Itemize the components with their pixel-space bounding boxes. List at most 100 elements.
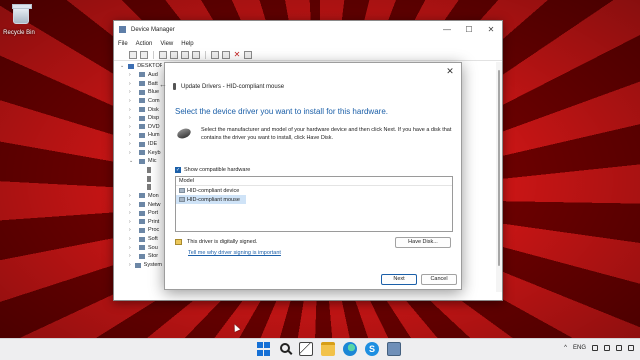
maximize-button[interactable]: ☐: [458, 25, 480, 34]
task-view-icon[interactable]: [299, 342, 313, 356]
forward-icon[interactable]: [140, 50, 148, 59]
device-category-icon: [128, 63, 135, 69]
menu-view[interactable]: View: [160, 41, 173, 47]
tree-item[interactable]: › Batt: [114, 79, 162, 88]
device-category-icon: [139, 210, 145, 216]
next-button[interactable]: Next: [381, 274, 417, 285]
tree-item[interactable]: › Netw: [114, 200, 162, 209]
checkbox-check-icon[interactable]: ✓: [175, 167, 181, 173]
chevron-right-icon[interactable]: ›: [114, 89, 135, 95]
chevron-right-icon[interactable]: ›: [114, 219, 135, 225]
tree-item[interactable]: › Hum: [114, 131, 162, 140]
device-category-icon: [139, 219, 145, 225]
tree-item[interactable]: › Disp: [114, 114, 162, 123]
tree-item[interactable]: › Aud: [114, 71, 162, 80]
chevron-right-icon[interactable]: ›: [114, 72, 135, 78]
properties-icon[interactable]: [170, 50, 178, 59]
show-hide-icon[interactable]: [159, 50, 167, 59]
tree-item-label: Com: [148, 97, 160, 104]
back-icon[interactable]: [129, 50, 137, 59]
tree-item[interactable]: › Mon: [114, 192, 162, 201]
device-category-icon: [139, 245, 145, 251]
tree-item[interactable]: [114, 166, 162, 175]
tree-item[interactable]: › Port: [114, 209, 162, 218]
recycle-bin-shortcut[interactable]: Recycle Bin: [3, 4, 38, 36]
tree-item[interactable]: › Keyb: [114, 148, 162, 157]
tree-item[interactable]: › IDE: [114, 140, 162, 149]
file-explorer-icon[interactable]: [321, 342, 335, 356]
chevron-right-icon[interactable]: ›: [114, 132, 135, 138]
vertical-scrollbar[interactable]: [496, 62, 502, 292]
driver-signing-link[interactable]: Tell me why driver signing is important: [188, 250, 281, 256]
chevron-right-icon[interactable]: ›: [114, 236, 135, 242]
volume-icon[interactable]: [604, 345, 610, 351]
chevron-right-icon[interactable]: ›: [114, 193, 135, 199]
tree-item[interactable]: › Soft: [114, 235, 162, 244]
chevron-up-icon[interactable]: ^: [564, 345, 567, 351]
chevron-right-icon[interactable]: ›: [114, 245, 135, 251]
chevron-right-icon[interactable]: ›: [114, 253, 135, 259]
chevron-right-icon[interactable]: ›: [114, 202, 135, 208]
chevron-right-icon[interactable]: ›: [114, 262, 131, 268]
tree-item-label: Aud: [148, 71, 158, 78]
dialog-title-text: Update Drivers - HID-compliant mouse: [181, 83, 285, 90]
tree-item-label: Hum: [148, 132, 160, 139]
chevron-right-icon[interactable]: ›: [114, 107, 135, 113]
tree-item[interactable]: › Stor: [114, 252, 162, 261]
clock-icon[interactable]: [628, 345, 634, 351]
tree-item[interactable]: › Proc: [114, 226, 162, 235]
chevron-right-icon[interactable]: ›: [114, 98, 135, 104]
menu-help[interactable]: Help: [181, 41, 193, 47]
update-driver-icon[interactable]: [222, 50, 230, 59]
device-manager-taskbar-icon[interactable]: [387, 342, 401, 356]
show-compatible-checkbox[interactable]: ✓ Show compatible hardware: [175, 167, 250, 173]
chevron-right-icon[interactable]: ›: [114, 115, 135, 121]
tree-item[interactable]: › Disk: [114, 105, 162, 114]
uninstall-icon[interactable]: ✕: [233, 50, 241, 59]
tree-item[interactable]: ⌄ Mic: [114, 157, 162, 166]
chevron-right-icon[interactable]: ›: [114, 141, 135, 147]
scrollbar-thumb[interactable]: [498, 70, 500, 266]
start-icon[interactable]: [257, 342, 271, 356]
have-disk-button[interactable]: Have Disk...: [395, 237, 451, 248]
list-item[interactable]: HID-compliant device: [176, 186, 452, 195]
edge-icon[interactable]: [343, 342, 357, 356]
tree-item-label: Keyb: [148, 149, 161, 156]
tree-item-label: Proc: [148, 227, 160, 234]
tree-item[interactable]: › Com: [114, 97, 162, 106]
skype-icon[interactable]: S: [365, 342, 379, 356]
tree-item-label: System devices: [143, 262, 162, 269]
tree-item[interactable]: › Sou: [114, 243, 162, 252]
tree-item[interactable]: › DVD: [114, 122, 162, 131]
dialog-close-icon[interactable]: ✕: [444, 66, 456, 77]
tree-item[interactable]: › System devices: [114, 261, 162, 270]
cancel-button[interactable]: Cancel: [421, 274, 457, 285]
help-icon[interactable]: [181, 50, 189, 59]
menu-action[interactable]: Action: [136, 41, 153, 47]
tree-item[interactable]: ⌄ DESKTOP: [114, 62, 162, 71]
list-item[interactable]: HID-compliant mouse: [176, 195, 246, 204]
chevron-down-icon[interactable]: ⌄: [114, 63, 124, 69]
network-icon[interactable]: [592, 345, 598, 351]
chevron-right-icon[interactable]: ›: [114, 81, 135, 87]
minimize-button[interactable]: —: [436, 25, 458, 34]
battery-icon[interactable]: [616, 345, 622, 351]
view-icon[interactable]: [192, 50, 200, 59]
scan-hardware-icon[interactable]: [211, 50, 219, 59]
menu-file[interactable]: File: [118, 41, 128, 47]
close-button[interactable]: ✕: [480, 25, 502, 34]
tree-item[interactable]: [114, 174, 162, 183]
tree-item[interactable]: › Blue: [114, 88, 162, 97]
chevron-down-icon[interactable]: ⌄: [114, 158, 135, 164]
search-icon[interactable]: [280, 343, 290, 353]
chevron-right-icon[interactable]: ›: [114, 210, 135, 216]
language-indicator[interactable]: ENG: [573, 345, 586, 351]
chevron-right-icon[interactable]: ›: [114, 124, 135, 130]
chevron-right-icon[interactable]: ›: [114, 227, 135, 233]
device-manager-icon: [119, 26, 126, 33]
chevron-right-icon[interactable]: ›: [114, 150, 135, 156]
tree-item[interactable]: [114, 183, 162, 192]
disable-icon[interactable]: [244, 50, 252, 59]
back-arrow-icon[interactable]: ←: [159, 80, 167, 89]
tree-item[interactable]: › Print: [114, 218, 162, 227]
